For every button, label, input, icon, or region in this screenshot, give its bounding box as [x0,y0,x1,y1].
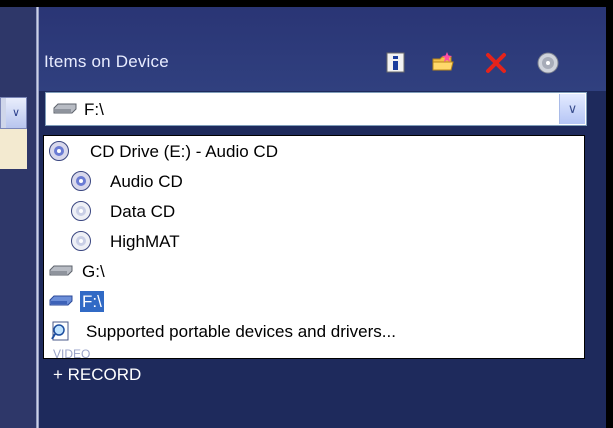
disc-icon[interactable] [536,51,560,75]
list-item-label: G:\ [82,262,105,281]
magnifier-page-icon [51,321,69,341]
list-item[interactable]: Supported portable devices and drivers..… [44,316,584,346]
list-item-label: HighMAT [110,232,180,251]
list-item[interactable]: Audio CD [44,166,584,196]
list-item-label: F:\ [80,291,104,312]
window-edge [606,0,613,428]
cd-icon [71,201,91,221]
list-item[interactable]: G:\ [44,256,584,286]
record-category[interactable]: + RECORD [53,365,141,385]
folder-add-icon[interactable] [431,51,455,75]
chevron-down-icon[interactable]: ∨ [6,98,26,128]
list-item-label: Audio CD [110,172,183,191]
list-item[interactable]: Data CD [44,196,584,226]
drive-icon [53,103,77,114]
device-dropdown-list: CD Drive (E:) - Audio CD Audio CD Data C… [43,135,585,359]
list-item-label: CD Drive (E:) - Audio CD [90,142,278,161]
cd-icon [49,141,69,161]
drive-icon [49,295,73,306]
left-pane: ∨ [0,7,36,428]
panel-title: Items on Device [44,52,169,71]
list-item-label: Supported portable devices and drivers..… [86,322,396,341]
device-combo[interactable]: F:\ ∨ [45,92,587,126]
top-strip [0,0,613,7]
list-item[interactable]: CD Drive (E:) - Audio CD [44,136,584,166]
list-item[interactable]: HighMAT [44,226,584,256]
left-pane-highlight [0,129,27,169]
info-icon[interactable] [384,51,408,75]
list-item-selected[interactable]: F:\ [44,286,584,316]
combo-value: F:\ [84,100,104,119]
cd-icon [71,231,91,251]
panel-header: Items on Device [39,7,606,91]
drive-icon [49,265,73,276]
items-on-device-panel: Items on Device F:\ ∨ CD Drive (E:) - Au… [39,7,606,428]
cd-icon [71,171,91,191]
chevron-down-icon[interactable]: ∨ [559,94,585,124]
delete-icon[interactable] [484,51,508,75]
obscured-category-label: VIDEO [53,347,91,361]
list-item-label: Data CD [110,202,176,221]
left-combo-partial[interactable]: ∨ [0,97,27,129]
